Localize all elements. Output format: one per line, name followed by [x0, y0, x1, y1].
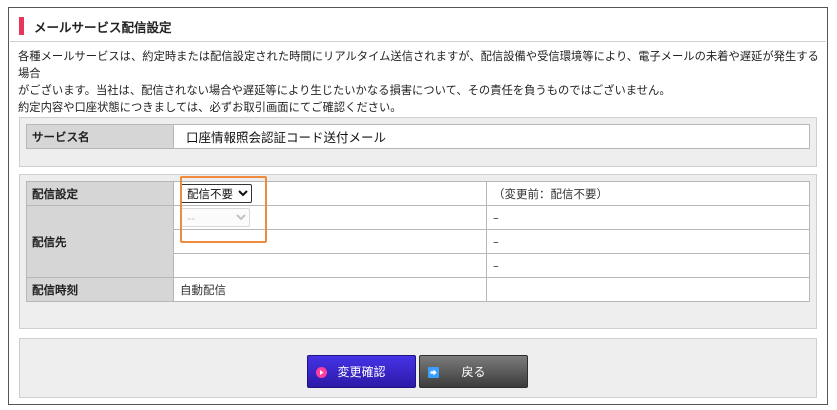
- service-panel: サービス名 口座情報照会認証コード送付メール: [19, 117, 817, 167]
- delivery-time-extra: [486, 277, 810, 302]
- service-name-label: サービス名: [26, 124, 174, 149]
- destination-value: –: [486, 205, 810, 230]
- section-title-text: メールサービス配信設定: [34, 19, 172, 35]
- delivery-setting-select[interactable]: 配信不要: [180, 184, 252, 203]
- back-button[interactable]: 戻る: [419, 355, 528, 388]
- destination-cell: --: [173, 205, 487, 230]
- settings-panel: 配信設定 配信不要 （変更前：配信不要） 配信先 -- – – – 配信時刻 自…: [19, 174, 817, 329]
- delivery-setting-cell: 配信不要: [173, 181, 487, 206]
- confirm-change-button[interactable]: 変更確認: [307, 355, 416, 388]
- destination-label: 配信先: [26, 205, 174, 278]
- table-row: 配信設定 配信不要 （変更前：配信不要）: [26, 181, 810, 206]
- destination-select[interactable]: --: [180, 208, 250, 227]
- service-table: サービス名 口座情報照会認証コード送付メール: [26, 124, 810, 149]
- destination-cell-empty: [173, 229, 487, 254]
- title-accent-bar: [19, 17, 24, 35]
- delivery-setting-label: 配信設定: [26, 181, 174, 206]
- title-divider: [10, 41, 826, 42]
- description: 各種メールサービスは、約定時または配信設定された時間にリアルタイム送信されますが…: [18, 48, 823, 116]
- delivery-time-value: 自動配信: [173, 277, 487, 302]
- service-name-value: 口座情報照会認証コード送付メール: [173, 124, 810, 149]
- settings-frame: メールサービス配信設定 各種メールサービスは、約定時または配信設定された時間にリ…: [8, 7, 828, 405]
- settings-table: 配信設定 配信不要 （変更前：配信不要） 配信先 -- – – – 配信時刻 自…: [26, 181, 810, 302]
- table-row: 配信時刻 自動配信: [26, 277, 810, 302]
- description-line: がございます。当社は、配信されない場合や遅延等により生じたいかなる損害について、…: [18, 84, 671, 97]
- destination-value: –: [486, 229, 810, 254]
- description-line: 各種メールサービスは、約定時または配信設定された時間にリアルタイム送信されますが…: [18, 50, 819, 80]
- confirm-change-label: 変更確認: [337, 365, 386, 379]
- description-line: 約定内容や口座状態につきましては、必ずお取引画面にてご確認ください。: [18, 101, 402, 114]
- table-row: サービス名 口座情報照会認証コード送付メール: [26, 124, 810, 149]
- back-label: 戻る: [461, 365, 486, 379]
- destination-cell-empty: [173, 253, 487, 278]
- delivery-previous-value: （変更前：配信不要）: [486, 181, 810, 206]
- delivery-time-label: 配信時刻: [26, 277, 174, 302]
- arrow-right-icon: [428, 367, 439, 378]
- table-row: 配信先 -- –: [26, 205, 810, 278]
- button-panel: 変更確認 戻る: [19, 338, 817, 398]
- circle-arrow-icon: [316, 367, 327, 378]
- section-title: メールサービス配信設定: [19, 16, 172, 36]
- destination-value: –: [486, 253, 810, 278]
